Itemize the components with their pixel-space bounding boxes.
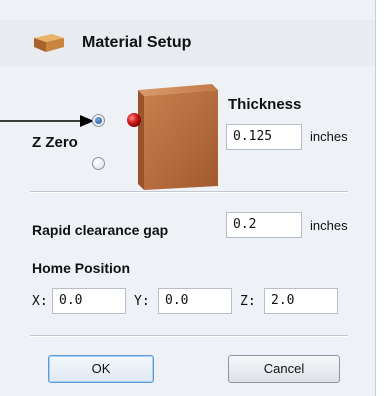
ok-button[interactable]: OK <box>48 355 154 383</box>
home-y-label: Y: <box>134 294 150 309</box>
material-block-icon <box>34 34 64 52</box>
z-zero-label: Z Zero <box>32 134 78 151</box>
material-block-diagram <box>127 84 218 190</box>
rapid-clearance-unit: inches <box>310 218 348 233</box>
home-position-label: Home Position <box>32 260 131 276</box>
thickness-unit: inches <box>310 129 348 144</box>
cancel-button[interactable]: Cancel <box>228 355 340 383</box>
divider-top <box>30 191 348 193</box>
divider-bottom <box>30 335 348 337</box>
thickness-label: Thickness <box>228 96 302 113</box>
home-z-label: Z: <box>240 294 256 309</box>
material-setup-panel: Material Setup Z Zero Thickness 0.125 in… <box>0 0 376 396</box>
panel-title: Material Setup <box>82 34 192 51</box>
home-x-label: X: <box>32 294 48 309</box>
rapid-clearance-label: Rapid clearance gap <box>32 222 169 238</box>
z-zero-bottom-radio[interactable] <box>92 157 105 170</box>
panel-header: Material Setup <box>0 20 375 66</box>
rapid-clearance-input[interactable]: 0.2 <box>226 212 302 238</box>
arrow-right-icon <box>0 115 94 127</box>
home-y-input[interactable]: 0.0 <box>158 288 232 314</box>
home-z-input[interactable]: 2.0 <box>264 288 338 314</box>
thickness-input[interactable]: 0.125 <box>226 124 302 150</box>
home-x-input[interactable]: 0.0 <box>52 288 126 314</box>
z-zero-top-radio[interactable] <box>92 114 105 127</box>
